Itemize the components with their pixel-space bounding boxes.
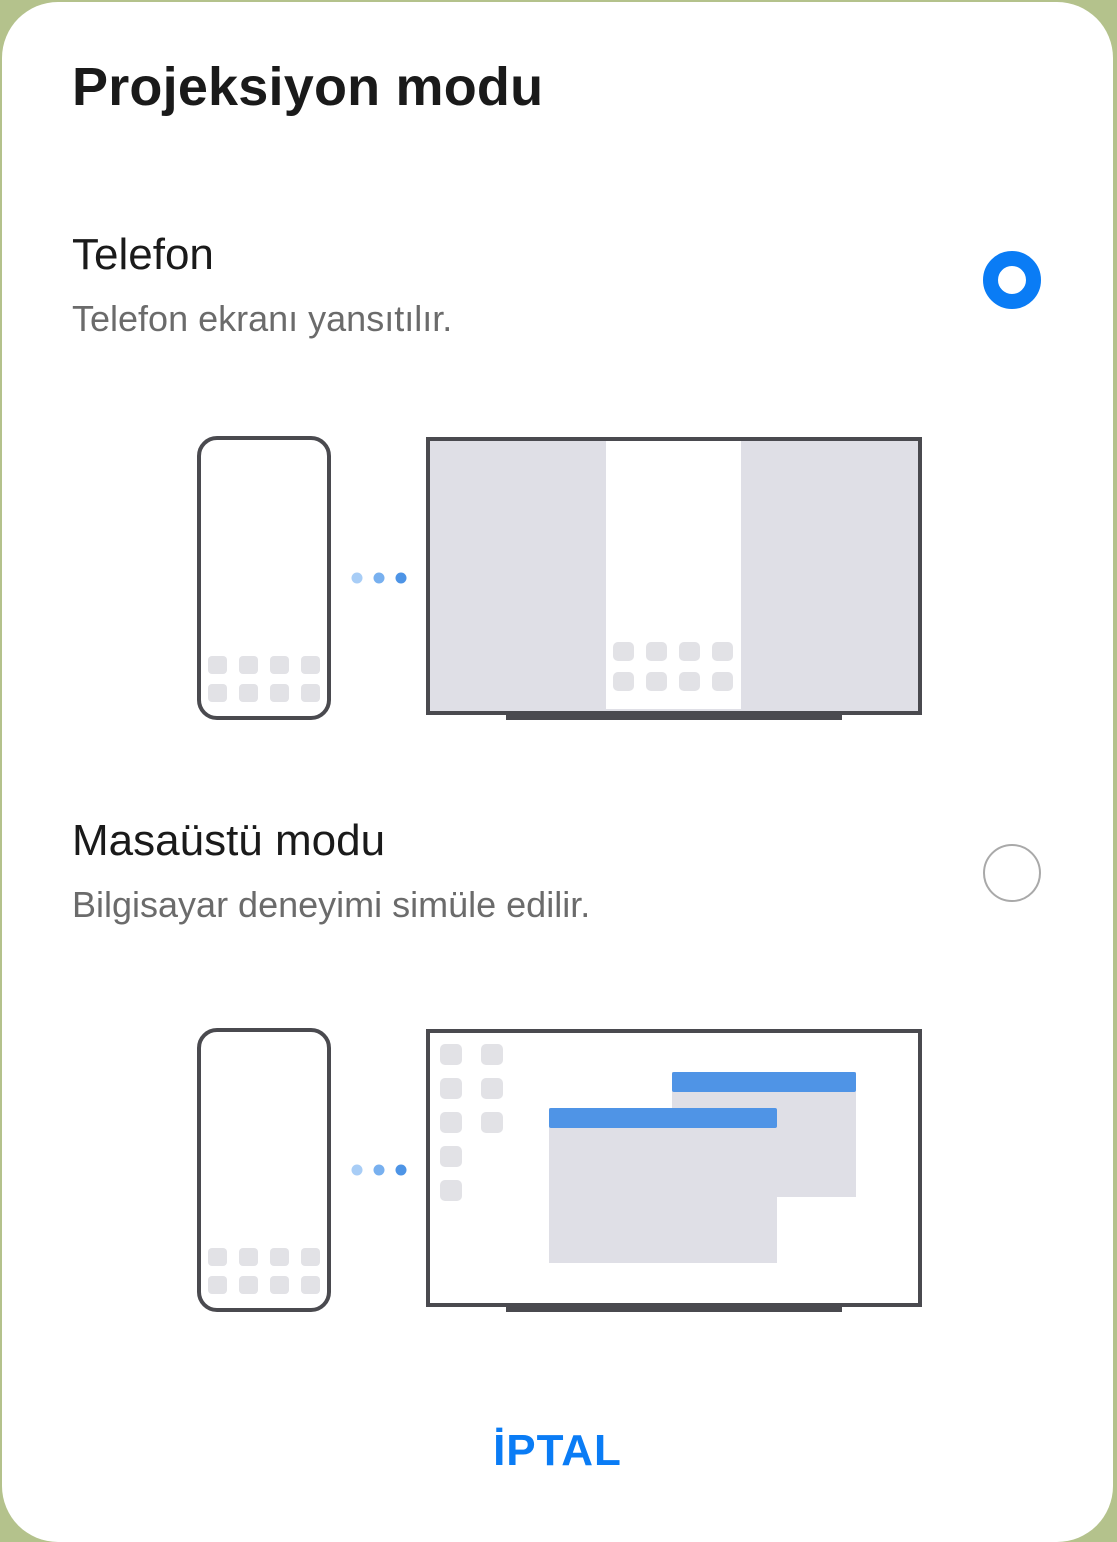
connection-dots-icon bbox=[351, 572, 407, 584]
phone-device-icon bbox=[197, 436, 331, 720]
option-phone-title: Telefon bbox=[72, 230, 214, 279]
option-phone-subtitle: Telefon ekranı yansıtılır. bbox=[72, 298, 453, 339]
monitor-device-icon bbox=[426, 437, 922, 720]
option-phone-radio[interactable] bbox=[983, 251, 1041, 309]
option-desktop-title: Masaüstü modu bbox=[72, 816, 386, 865]
option-desktop-radio[interactable] bbox=[983, 844, 1041, 902]
projection-mode-dialog: Projeksiyon modu Telefon Telefon ekranı … bbox=[2, 2, 1113, 1542]
cancel-button[interactable]: İPTAL bbox=[2, 1426, 1113, 1476]
monitor-desktop-icon bbox=[426, 1029, 922, 1312]
phone-device-icon bbox=[197, 1028, 331, 1312]
desktop-mode-illustration bbox=[197, 1028, 922, 1312]
dialog-title: Projeksiyon modu bbox=[72, 57, 544, 117]
phone-mirror-illustration bbox=[197, 436, 922, 720]
connection-dots-icon bbox=[351, 1164, 407, 1176]
option-desktop-subtitle: Bilgisayar deneyimi simüle edilir. bbox=[72, 884, 591, 925]
